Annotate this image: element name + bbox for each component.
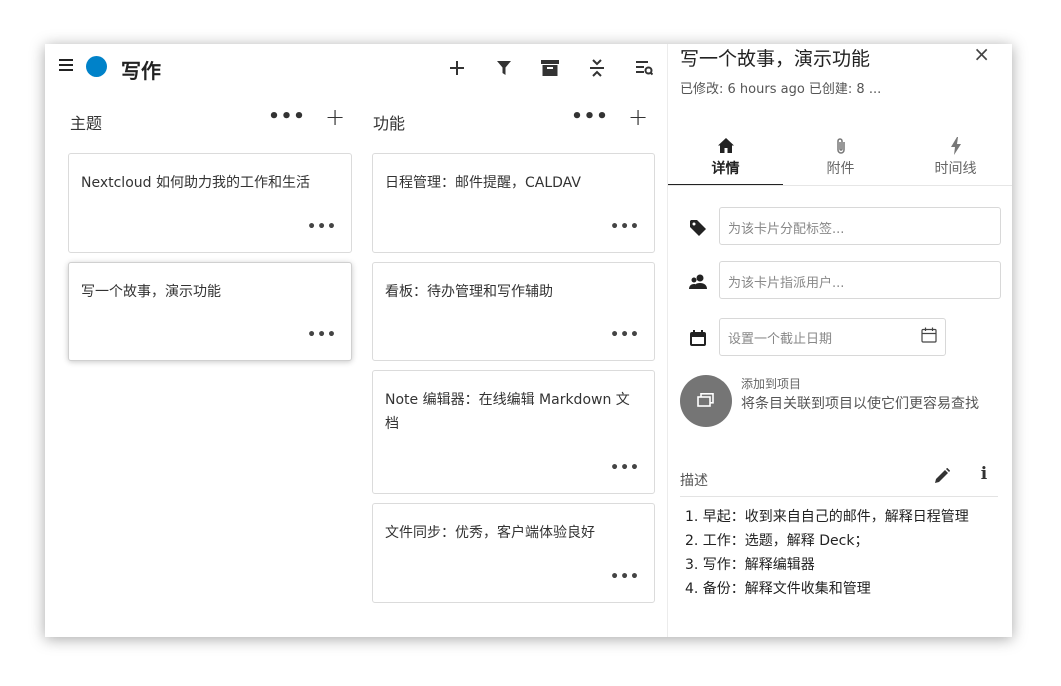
card-menu-button[interactable]: •••	[307, 220, 337, 234]
filter-icon[interactable]	[492, 56, 516, 80]
card[interactable]: 看板：待办管理和写作辅助 •••	[372, 262, 655, 361]
board-color-dot	[86, 56, 107, 77]
tab-label: 附件	[826, 161, 855, 177]
menu-icon[interactable]	[59, 59, 73, 71]
pencil-icon[interactable]	[932, 465, 952, 485]
description-line: 3. 写作：解释编辑器	[685, 557, 815, 573]
archive-icon[interactable]	[538, 56, 562, 80]
details-icon[interactable]	[632, 56, 656, 80]
card-title: Nextcloud 如何助力我的工作和生活	[81, 175, 310, 191]
project-label: 添加到项目	[741, 377, 802, 391]
paperclip-icon	[783, 136, 898, 156]
add-icon[interactable]	[445, 56, 469, 80]
tab-timeline[interactable]: 时间线	[898, 134, 1012, 186]
description-line: 1. 早起：收到来自自己的邮件，解释日程管理	[685, 509, 969, 525]
card-active[interactable]: 写一个故事，演示功能 •••	[68, 262, 352, 361]
add-project-button[interactable]	[680, 375, 732, 427]
lightning-icon	[898, 136, 1012, 156]
project-description: 将条目关联到项目以使它们更容易查找	[741, 396, 979, 412]
card[interactable]: Note 编辑器：在线编辑 Markdown 文档 •••	[372, 370, 655, 494]
stack-header-topic: 主题 ••• +	[45, 104, 355, 134]
stack-menu-button[interactable]: •••	[571, 104, 608, 130]
tag-icon	[689, 219, 707, 237]
card[interactable]: 文件同步：优秀，客户端体验良好 •••	[372, 503, 655, 603]
description-divider	[680, 496, 998, 497]
sidebar-tabs: 详情 附件 时间线	[668, 134, 1012, 186]
description-content[interactable]: 1. 早起：收到来自自己的邮件，解释日程管理 2. 工作：选题，解释 Deck；…	[685, 505, 969, 601]
card-title: 看板：待办管理和写作辅助	[385, 284, 553, 300]
tab-label: 时间线	[934, 161, 977, 177]
assign-user-input[interactable]: 为该卡片指派用户...	[719, 261, 1001, 299]
board-title: 写作	[121, 59, 161, 83]
card-title: 写一个故事，演示功能	[81, 284, 221, 300]
stack-menu-button[interactable]: •••	[268, 104, 305, 130]
card-title: 日程管理：邮件提醒，CALDAV	[385, 175, 581, 191]
board-area: 写作 主题 ••• + Nextcloud 如何助力我的工作和生活 ••• 写一…	[45, 44, 667, 637]
stack-title: 功能	[373, 114, 406, 133]
tab-attachments[interactable]: 附件	[783, 134, 898, 186]
tags-input[interactable]: 为该卡片分配标签...	[719, 207, 1001, 245]
board-header: 写作	[45, 44, 667, 92]
description-line: 4. 备份：解释文件收集和管理	[685, 581, 871, 597]
card-menu-button[interactable]: •••	[610, 570, 640, 584]
due-date-placeholder: 设置一个截止日期	[728, 331, 833, 347]
collapse-icon[interactable]	[585, 56, 609, 80]
card-title: 文件同步：优秀，客户端体验良好	[385, 525, 595, 541]
card-menu-button[interactable]: •••	[307, 328, 337, 342]
users-icon	[689, 273, 707, 291]
add-card-button[interactable]: +	[625, 104, 651, 130]
stack-header-feature: 功能 ••• +	[355, 104, 667, 134]
calendar-picker-icon[interactable]	[921, 327, 937, 347]
card-menu-button[interactable]: •••	[610, 220, 640, 234]
close-icon[interactable]: ×	[973, 44, 990, 64]
card-details-title: 写一个故事，演示功能	[680, 48, 871, 70]
card-menu-button[interactable]: •••	[610, 461, 640, 475]
card-menu-button[interactable]: •••	[610, 328, 640, 342]
projects-icon	[697, 392, 715, 411]
card[interactable]: Nextcloud 如何助力我的工作和生活 •••	[68, 153, 352, 253]
home-icon	[668, 136, 783, 156]
card-details-subtitle: 已修改: 6 hours ago 已创建: 8 ...	[680, 82, 882, 97]
tab-details[interactable]: 详情	[668, 134, 783, 186]
deck-window: 写作 主题 ••• + Nextcloud 如何助力我的工作和生活 ••• 写一…	[45, 44, 1012, 637]
add-card-button[interactable]: +	[322, 104, 348, 130]
description-label: 描述	[680, 473, 708, 489]
calendar-icon	[689, 329, 707, 347]
card[interactable]: 日程管理：邮件提醒，CALDAV •••	[372, 153, 655, 253]
card-details-sidebar: 写一个故事，演示功能 已修改: 6 hours ago 已创建: 8 ... ×…	[667, 44, 1012, 637]
tabs-divider	[668, 185, 1012, 186]
card-title: Note 编辑器：在线编辑 Markdown 文档	[385, 392, 630, 432]
info-icon[interactable]: i	[974, 464, 994, 486]
description-line: 2. 工作：选题，解释 Deck；	[685, 533, 869, 549]
due-date-picker[interactable]: 设置一个截止日期	[719, 318, 946, 356]
stack-title: 主题	[70, 114, 103, 133]
tab-label: 详情	[711, 161, 740, 177]
